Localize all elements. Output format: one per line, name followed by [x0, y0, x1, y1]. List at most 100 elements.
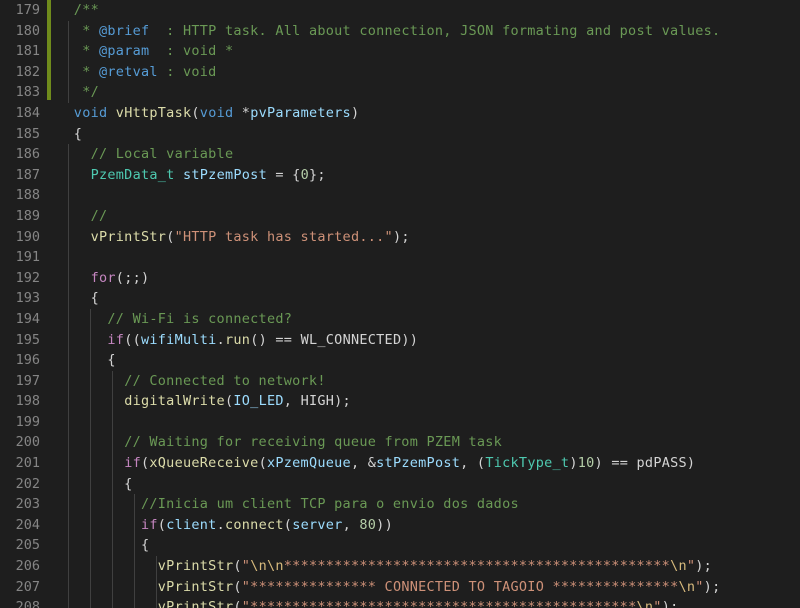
- line-number: 186: [15, 146, 40, 163]
- line-number: 184: [15, 104, 40, 121]
- code-token: = {: [266, 166, 301, 183]
- code-token: void: [199, 104, 234, 121]
- code-token: *: [233, 104, 251, 121]
- line-number: 185: [15, 125, 40, 142]
- code-line[interactable]: vPrintStr("HTTP task has started...");: [57, 227, 720, 248]
- code-line[interactable]: // Wi-Fi is connected?: [57, 309, 720, 330]
- code-line[interactable]: [57, 247, 720, 268]
- code-token: )): [401, 331, 419, 348]
- code-token: if: [140, 516, 158, 533]
- line-number: 203: [15, 496, 40, 513]
- line-number: 193: [15, 290, 40, 307]
- code-line[interactable]: //: [57, 206, 720, 227]
- code-token: ": [653, 599, 662, 608]
- code-line[interactable]: {: [57, 124, 720, 145]
- code-token: ) ==: [594, 455, 637, 472]
- code-token: );: [661, 599, 679, 608]
- code-line[interactable]: vPrintStr("*************** CONNECTED TO …: [57, 577, 720, 598]
- line-number: 183: [15, 84, 40, 101]
- code-token: 10: [577, 455, 595, 472]
- code-token: 0: [300, 166, 309, 183]
- code-token: (: [233, 578, 242, 595]
- code-token: @brief: [99, 22, 150, 39]
- code-token: TickType_t: [485, 455, 570, 472]
- code-line[interactable]: vPrintStr("\n\n*************************…: [57, 556, 720, 577]
- line-number: 190: [15, 228, 40, 245]
- code-token: vPrintStr: [90, 228, 167, 245]
- line-number: 195: [15, 331, 40, 348]
- code-token: ,: [342, 516, 360, 533]
- fold-range-indicator[interactable]: [47, 0, 51, 100]
- line-number: 198: [15, 393, 40, 410]
- code-token: *: [57, 63, 99, 80]
- line-number: 189: [15, 207, 40, 224]
- code-token: \n: [636, 599, 654, 608]
- code-token: vPrintStr: [157, 599, 234, 608]
- code-line[interactable]: // Waiting for receiving queue from PZEM…: [57, 432, 720, 453]
- code-token: .: [216, 516, 225, 533]
- code-token: if: [124, 455, 141, 472]
- code-line[interactable]: * @param : void *: [57, 41, 720, 62]
- code-token: ): [350, 104, 360, 121]
- code-line[interactable]: {: [57, 288, 720, 309]
- code-line[interactable]: * @brief : HTTP task. All about connecti…: [57, 21, 720, 42]
- code-line[interactable]: if(xQueueReceive(xPzemQueue, &stPzemPost…: [57, 453, 720, 474]
- code-token: : HTTP task. All about connection, JSON …: [149, 22, 721, 39]
- line-number: 192: [15, 269, 40, 286]
- code-line[interactable]: for(;;): [57, 268, 720, 289]
- code-line[interactable]: PzemData_t stPzemPost = {0};: [57, 165, 720, 186]
- code-token: server: [292, 516, 343, 533]
- code-line[interactable]: digitalWrite(IO_LED, HIGH);: [57, 391, 720, 412]
- code-token: */: [57, 84, 99, 101]
- line-number: 201: [15, 455, 40, 472]
- code-token: stPzemPost: [376, 455, 461, 472]
- code-token: "***************************************…: [241, 599, 637, 608]
- code-line[interactable]: //Inicia um client TCP para o envio dos …: [57, 494, 720, 515]
- code-line[interactable]: */: [57, 82, 720, 103]
- code-token: (: [157, 516, 167, 533]
- code-line[interactable]: // Local variable: [57, 144, 720, 165]
- code-token: pdPASS: [636, 455, 687, 472]
- line-number: 191: [15, 249, 40, 266]
- code-line[interactable]: if(client.connect(server, 80)): [57, 515, 720, 536]
- code-line[interactable]: {: [57, 535, 720, 556]
- code-token: pvParameters: [250, 104, 351, 121]
- code-line[interactable]: // Connected to network!: [57, 371, 720, 392]
- code-token: "*************** CONNECTED TO TAGOIO ***…: [241, 578, 679, 595]
- line-number: 187: [15, 166, 40, 183]
- code-line[interactable]: if((wifiMulti.run() == WL_CONNECTED)): [57, 330, 720, 351]
- code-line[interactable]: void vHttpTask(void *pvParameters): [57, 103, 720, 124]
- code-line[interactable]: /**: [57, 0, 720, 21]
- code-token: {: [57, 537, 150, 554]
- code-content[interactable]: /** * @brief : HTTP task. All about conn…: [57, 0, 720, 608]
- line-number: 197: [15, 372, 40, 389]
- code-token: wifiMulti: [140, 331, 217, 348]
- code-token: );: [334, 393, 351, 410]
- line-number: 196: [15, 352, 40, 369]
- code-line[interactable]: * @retval : void: [57, 62, 720, 83]
- code-line[interactable]: [57, 412, 720, 433]
- code-token: "HTTP task has started...": [174, 228, 393, 245]
- code-token: {: [57, 352, 116, 369]
- code-token: };: [308, 166, 326, 183]
- code-token: )): [376, 516, 393, 533]
- code-token: vHttpTask: [115, 104, 192, 121]
- code-line[interactable]: {: [57, 474, 720, 495]
- editor-gutter: 179 180 181 182 183 184 185 186 187 188 189 190 191 1…: [0, 0, 44, 608]
- code-line[interactable]: {: [57, 350, 720, 371]
- line-number: 207: [15, 578, 40, 595]
- line-number: 204: [15, 516, 40, 533]
- code-editor[interactable]: 179 180 181 182 183 184 185 186 187 188 189 190 191 1…: [0, 0, 800, 608]
- code-line[interactable]: vPrintStr("*****************************…: [57, 597, 720, 608]
- code-token: connect: [224, 516, 284, 533]
- code-line[interactable]: [57, 185, 720, 206]
